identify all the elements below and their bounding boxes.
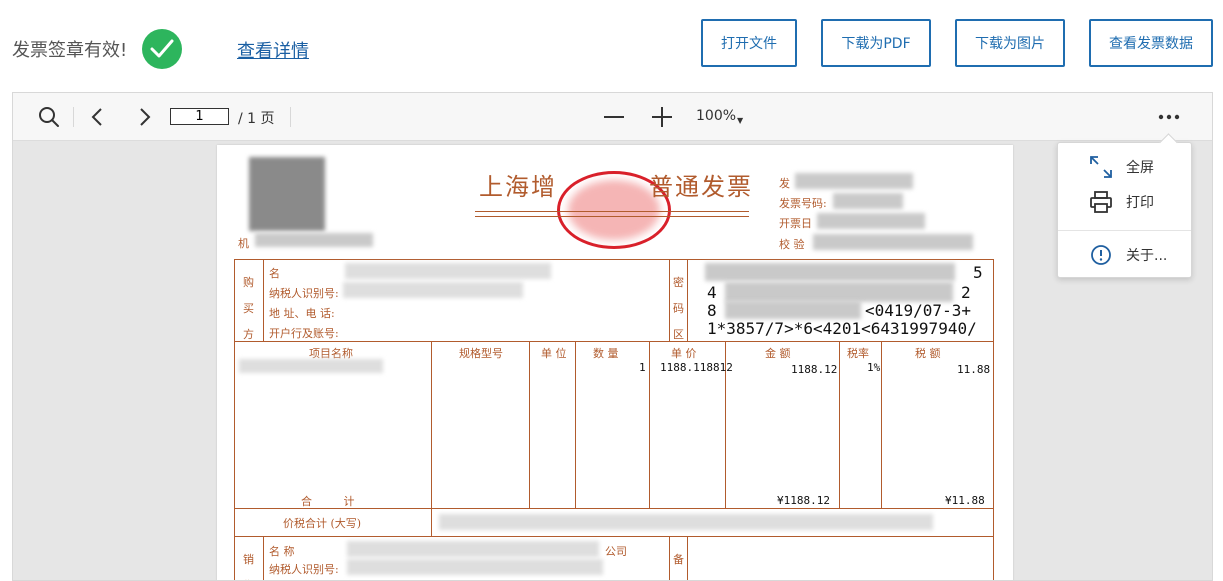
previous-page-icon[interactable] [83, 103, 111, 131]
buyer-address-label: 地 址、电 话: [269, 307, 335, 320]
item-qty: 1 [639, 361, 646, 374]
item-rate: 1% [867, 361, 881, 374]
check-code-value [813, 234, 973, 250]
seller-side-label: 销售 [243, 553, 254, 580]
zoom-level-value: 100% [696, 108, 737, 124]
buyer-tax-id-value [343, 282, 523, 298]
invoice-code-value [795, 173, 913, 189]
invoice-title: 上海增 普通发票 [479, 167, 753, 202]
cipher-line-2: 4 [707, 283, 717, 302]
buyer-name-value [345, 263, 551, 279]
invoice-number-label: 发票号码: [779, 197, 827, 210]
toolbar-divider [73, 107, 74, 127]
totals-amount: ¥1188.12 [777, 494, 830, 507]
cipher-line-4: 1*3857/7>*6<4201<6431997940/ [707, 319, 977, 338]
zoom-in-icon[interactable] [648, 103, 676, 131]
col-header-rate: 税率 [847, 347, 869, 360]
item-tax: 11.88 [957, 363, 991, 376]
printer-icon [1089, 190, 1113, 214]
item-name-redacted [239, 359, 383, 373]
col-header-tax: 税 额 [915, 347, 941, 360]
fullscreen-icon [1089, 155, 1113, 179]
toolbar-divider [290, 107, 291, 127]
item-price: 1188.118812 [660, 361, 733, 374]
col-header-price: 单 价 [671, 347, 697, 360]
open-file-button[interactable]: 打开文件 [701, 19, 797, 67]
total-in-words-label: 价税合计 (大写) [283, 517, 362, 530]
page-total-label: / 1 页 [238, 111, 275, 127]
invoice-page: 机 上海增 普通发票 发 发票号码: 开票日 校 验 购买方 名 纳税人识别号:… [217, 145, 1013, 580]
zoom-out-icon[interactable] [600, 103, 628, 131]
cipher-line-2-end: 2 [961, 283, 971, 302]
view-invoice-data-button[interactable]: 查看发票数据 [1089, 19, 1213, 67]
menu-item-about[interactable]: 关于... [1058, 238, 1191, 272]
search-icon[interactable] [35, 103, 63, 131]
total-in-words-value [439, 514, 933, 530]
cipher-line-1: 5 [973, 263, 983, 282]
issue-date-value [817, 213, 925, 229]
cipher-line-1-redacted [705, 263, 955, 281]
check-code-label: 校 验 [779, 238, 805, 251]
page-number-input[interactable] [170, 108, 229, 125]
check-circle-icon [142, 29, 182, 69]
invoice-verification-page: 发票签章有效! 查看详情 打开文件 下载为PDF 下载为图片 查看发票数据 / … [0, 0, 1223, 581]
seller-name-value [347, 541, 599, 557]
invoice-number-value [833, 193, 903, 209]
signature-status-text: 发票签章有效! [12, 40, 128, 61]
seller-name-suffix: 公司 [605, 545, 627, 558]
view-details-link[interactable]: 查看详情 [237, 37, 309, 63]
buyer-side-label: 购买方 [243, 276, 254, 341]
invoice-code-label: 发 [779, 177, 790, 190]
cipher-line-3-end: <0419/07-3+ [865, 301, 971, 320]
machine-number-label: 机 [238, 237, 249, 250]
cipher-line-2-redacted [725, 282, 953, 302]
menu-item-label: 关于... [1126, 248, 1168, 264]
cipher-area-label: 密码区 [673, 276, 684, 341]
download-pdf-button[interactable]: 下载为PDF [821, 19, 931, 67]
next-page-icon[interactable] [131, 103, 159, 131]
buyer-bank-label: 开户行及账号: [269, 327, 339, 340]
title-underline [475, 211, 749, 212]
cipher-line-3-redacted [725, 301, 861, 319]
seller-tax-id-value [347, 559, 603, 575]
more-options-menu: 全屏 打印 关于... [1057, 142, 1192, 278]
qr-code [249, 157, 325, 231]
menu-item-fullscreen[interactable]: 全屏 [1058, 150, 1191, 184]
col-header-qty: 数 量 [593, 347, 619, 360]
info-icon [1089, 243, 1113, 267]
seller-name-label: 名 称 [269, 545, 295, 558]
menu-divider [1058, 230, 1191, 231]
totals-tax: ¥11.88 [945, 494, 985, 507]
totals-label: 合 计 [301, 495, 369, 508]
item-amount: 1188.12 [791, 363, 838, 376]
buyer-name-label: 名 [269, 267, 280, 280]
zoom-level-select[interactable]: 100%▼ [696, 108, 743, 125]
buyer-tax-id-label: 纳税人识别号: [269, 287, 339, 300]
col-header-spec: 规格型号 [459, 347, 503, 360]
issue-date-label: 开票日 [779, 217, 812, 230]
title-underline-2 [475, 216, 749, 217]
seller-tax-id-label: 纳税人识别号: [269, 563, 339, 576]
more-horizontal-icon[interactable] [1155, 103, 1183, 131]
machine-number-value [255, 233, 373, 247]
col-header-unit: 单 位 [541, 347, 567, 360]
invoice-title-right: 普通发票 [649, 173, 753, 201]
menu-item-label: 打印 [1126, 195, 1154, 211]
col-header-amount: 金 额 [765, 347, 791, 360]
document-viewer: / 1 页 100%▼ 机 上海增 普通发票 发 [12, 92, 1213, 581]
viewer-toolbar: / 1 页 100%▼ [13, 93, 1212, 141]
menu-item-label: 全屏 [1126, 160, 1154, 176]
menu-item-print[interactable]: 打印 [1058, 185, 1191, 219]
caret-down-icon: ▼ [737, 116, 744, 125]
invoice-title-left: 上海增 [479, 173, 557, 201]
cipher-line-3-start: 8 [707, 301, 717, 320]
seller-remark-label: 备 [673, 553, 684, 566]
download-image-button[interactable]: 下载为图片 [955, 19, 1065, 67]
